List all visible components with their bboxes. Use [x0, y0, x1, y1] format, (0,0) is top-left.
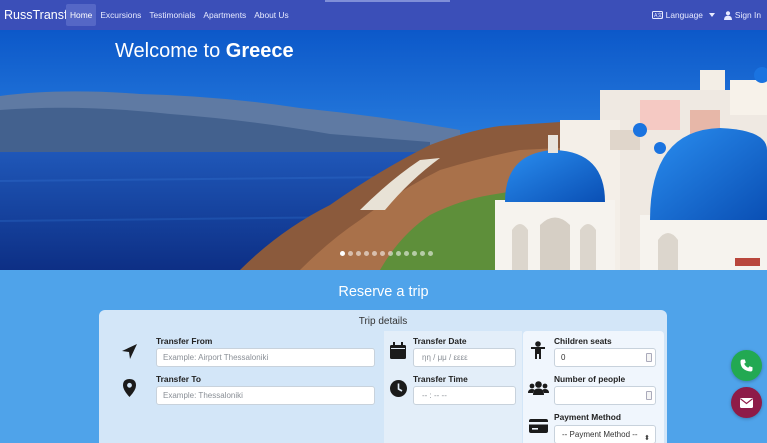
hero-image-santorini: [0, 30, 767, 270]
select-arrows-icon: ⬍: [644, 435, 650, 442]
nav-excursions[interactable]: Excursions: [96, 4, 145, 26]
payment-method-selected: -- Payment Method --: [562, 430, 638, 439]
navbar-accent-line: [325, 0, 450, 2]
brand-logo[interactable]: RussTransfer: [0, 8, 79, 22]
number-of-people-label: Number of people: [554, 374, 626, 384]
trip-details-card: Trip details Transfer From Example: Airp…: [99, 310, 667, 443]
payment-method-label: Payment Method: [554, 412, 622, 422]
language-dropdown[interactable]: A文 Language: [651, 10, 715, 20]
svg-text:A文: A文: [654, 12, 662, 19]
transfer-to-label: Transfer To: [156, 374, 201, 384]
nav-about-us[interactable]: About Us: [250, 4, 292, 26]
transfer-date-label: Transfer Date: [413, 336, 467, 346]
language-icon: A文: [651, 11, 663, 19]
hero-title: Welcome to Greece: [115, 40, 294, 62]
transfer-from-label: Transfer From: [156, 336, 213, 346]
transfer-date-input[interactable]: ηη / μμ / εεεε: [413, 348, 516, 367]
payment-method-select[interactable]: -- Payment Method -- ⬍: [554, 425, 656, 443]
children-seats-label: Children seats: [554, 336, 612, 346]
carousel-dot[interactable]: [428, 251, 433, 256]
children-seats-value: 0: [561, 353, 566, 362]
nav-right: A文 Language Sign In: [651, 0, 761, 30]
carousel-dot[interactable]: [396, 251, 401, 256]
email-contact-button[interactable]: [731, 387, 762, 418]
transfer-time-input[interactable]: -- : -- --: [413, 386, 516, 405]
carousel-indicators: [340, 251, 433, 256]
carousel-dot[interactable]: [340, 251, 345, 256]
transfer-time-label: Transfer Time: [413, 374, 468, 384]
reserve-section-title: Reserve a trip: [338, 284, 429, 300]
envelope-icon: [740, 397, 753, 408]
credit-card-icon: [529, 419, 548, 433]
transfer-from-input[interactable]: Example: Airport Thessaloniki: [156, 348, 375, 367]
transfer-to-input[interactable]: Example: Thessaloniki: [156, 386, 375, 405]
nav-apartments[interactable]: Apartments: [199, 4, 250, 26]
location-arrow-icon: [122, 344, 137, 359]
phone-contact-button[interactable]: [731, 350, 762, 381]
carousel-dot[interactable]: [372, 251, 377, 256]
nav-testimonials[interactable]: Testimonials: [145, 4, 199, 26]
carousel-dot[interactable]: [404, 251, 409, 256]
carousel-dot[interactable]: [420, 251, 425, 256]
top-navbar: RussTransfer Home Excursions Testimonial…: [0, 0, 767, 30]
children-seats-input[interactable]: 0: [554, 348, 656, 367]
language-label: Language: [665, 10, 703, 20]
carousel-dot[interactable]: [412, 251, 417, 256]
number-of-people-input[interactable]: [554, 386, 656, 405]
phone-icon: [740, 359, 753, 372]
users-icon: [528, 381, 549, 395]
carousel-dot[interactable]: [364, 251, 369, 256]
nav-links: Home Excursions Testimonials Apartments …: [66, 0, 293, 30]
stepper-icon[interactable]: [646, 391, 652, 400]
stepper-icon[interactable]: [646, 353, 652, 362]
carousel-dot[interactable]: [348, 251, 353, 256]
user-icon: [723, 10, 732, 20]
calendar-icon: [390, 342, 406, 359]
child-icon: [531, 341, 545, 359]
hero-carousel[interactable]: Welcome to Greece: [0, 30, 767, 270]
nav-home[interactable]: Home: [66, 4, 97, 26]
carousel-dot[interactable]: [356, 251, 361, 256]
carousel-dot[interactable]: [388, 251, 393, 256]
clock-icon: [390, 380, 407, 397]
map-marker-icon: [123, 379, 136, 397]
signin-label: Sign In: [734, 10, 761, 20]
trip-details-title: Trip details: [358, 316, 408, 327]
chevron-down-icon: [708, 13, 715, 17]
carousel-dot[interactable]: [380, 251, 385, 256]
signin-link[interactable]: Sign In: [723, 10, 761, 20]
